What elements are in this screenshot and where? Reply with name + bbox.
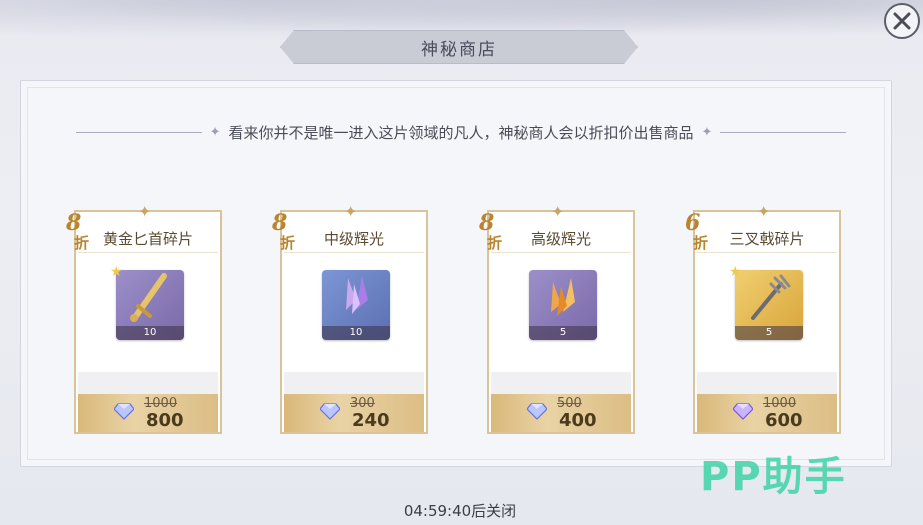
discount-badge: 8 折 — [64, 210, 98, 256]
card-spacer — [284, 372, 424, 394]
watermark: PP助手 — [700, 454, 847, 500]
divider-right — [720, 131, 847, 133]
discount-label: 折 — [74, 234, 90, 252]
subtitle-row: ✦ 看来你并不是唯一进入这片领域的凡人，神秘商人会以折扣价出售商品 ✦ — [76, 121, 847, 143]
trident-shard-icon — [751, 274, 791, 320]
item-icon-frame: ★ 5 — [729, 264, 803, 340]
price-bar[interactable]: 1000 600 — [697, 394, 837, 432]
shop-item-card[interactable]: 三叉戟碎片 ★ 5 1000 600 6 折 ✦ — [685, 202, 841, 434]
item-icon-frame: ★ 10 — [110, 264, 184, 340]
item-name: 三叉戟碎片 — [729, 229, 805, 248]
diamond-gem-icon — [114, 403, 134, 420]
discount-price: 400 — [559, 410, 597, 431]
discount-price: 800 — [146, 410, 184, 431]
close-icon — [893, 12, 911, 30]
item-quantity: 10 — [322, 326, 390, 340]
sparkle-icon: ✦ — [701, 124, 713, 140]
shop-subtitle: 看来你并不是唯一进入这片领域的凡人，神秘商人会以折扣价出售商品 — [228, 123, 694, 142]
item-name: 高级辉光 — [530, 229, 591, 248]
item-name-bar: 中级辉光 — [284, 224, 424, 253]
original-price: 500 — [557, 396, 582, 411]
discount-label: 折 — [693, 234, 709, 252]
discount-badge: 8 折 — [270, 210, 304, 256]
title-banner: 神秘商店 — [280, 30, 638, 64]
close-button[interactable] — [884, 3, 920, 39]
diamond-gem-icon — [320, 403, 340, 420]
item-name-bar: 黄金匕首碎片 — [78, 224, 218, 253]
star-icon: ★ — [729, 264, 742, 280]
original-price: 1000 — [144, 396, 178, 411]
sparkle-icon: ✦ — [757, 202, 771, 221]
item-name-bar: 高级辉光 — [491, 224, 631, 253]
star-icon: ★ — [110, 264, 123, 280]
item-quantity: 5 — [529, 326, 597, 340]
item-icon-frame: 5 — [529, 270, 597, 340]
sparkle-icon: ✦ — [551, 202, 565, 221]
item-name: 中级辉光 — [323, 229, 384, 248]
divider-left — [76, 131, 202, 133]
discount-badge: 8 折 — [477, 210, 511, 256]
item-name-bar: 三叉戟碎片 — [697, 224, 837, 253]
discount-label: 折 — [487, 234, 503, 252]
shop-item-card[interactable]: 黄金匕首碎片 ★ 10 1000 800 8 折 ✦ — [66, 202, 222, 434]
item-icon-frame: 10 — [322, 270, 390, 340]
discount-price: 600 — [765, 410, 803, 431]
countdown-timer: 04:59:40后关闭 — [403, 502, 517, 520]
discount-badge: 6 折 — [683, 210, 717, 256]
discount-label: 折 — [280, 234, 296, 252]
card-spacer — [491, 372, 631, 394]
sparkle-icon: ✦ — [344, 202, 358, 221]
orange-crystal-icon — [551, 278, 575, 316]
discount-price: 240 — [352, 410, 390, 431]
sparkle-icon: ✦ — [138, 202, 152, 221]
purple-crystal-icon — [346, 276, 368, 314]
card-spacer — [697, 372, 837, 394]
page-title: 神秘商店 — [421, 39, 497, 60]
price-bar[interactable]: 500 400 — [491, 394, 631, 432]
item-quantity: 5 — [735, 326, 803, 340]
diamond-gem-icon — [733, 403, 753, 420]
price-bar[interactable]: 300 240 — [284, 394, 424, 432]
card-spacer — [78, 372, 218, 394]
original-price: 1000 — [763, 396, 797, 411]
shop-item-card[interactable]: 中级辉光 10 300 240 8 折 ✦ — [272, 202, 428, 434]
price-bar[interactable]: 1000 800 — [78, 394, 218, 432]
golden-dagger-shard-icon — [130, 273, 167, 322]
original-price: 300 — [350, 396, 375, 411]
item-name: 黄金匕首碎片 — [102, 229, 193, 248]
diamond-gem-icon — [527, 403, 547, 420]
sparkle-icon: ✦ — [209, 124, 221, 140]
shop-item-card[interactable]: 高级辉光 5 500 400 8 折 ✦ — [479, 202, 635, 434]
item-quantity: 10 — [116, 326, 184, 340]
